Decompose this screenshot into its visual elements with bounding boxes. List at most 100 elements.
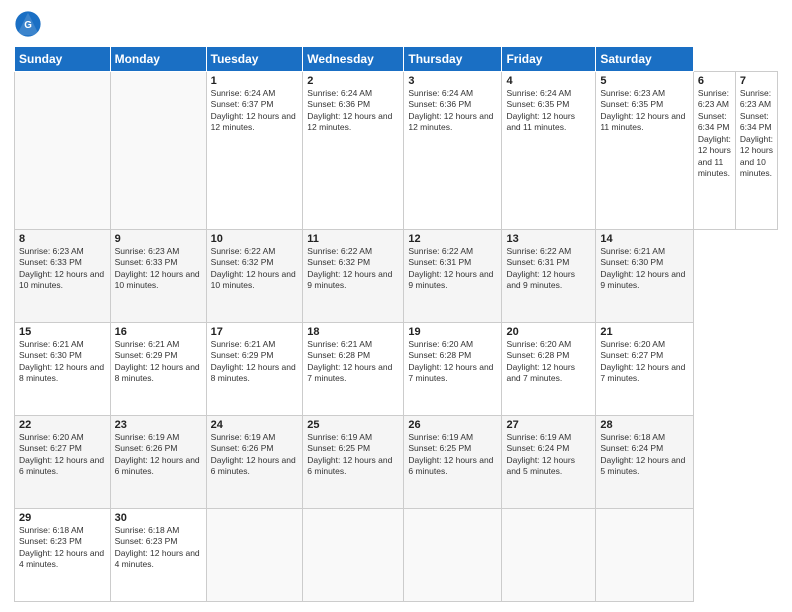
day-info: Sunrise: 6:24 AMSunset: 6:35 PMDaylight:…	[506, 88, 575, 132]
header: G	[14, 10, 778, 38]
day-info: Sunrise: 6:18 AMSunset: 6:23 PMDaylight:…	[19, 525, 104, 569]
calendar-day: 29Sunrise: 6:18 AMSunset: 6:23 PMDayligh…	[15, 508, 111, 601]
calendar-day: 21Sunrise: 6:20 AMSunset: 6:27 PMDayligh…	[596, 322, 693, 415]
day-number: 19	[408, 326, 497, 338]
calendar-header: SundayMondayTuesdayWednesdayThursdayFrid…	[15, 47, 778, 72]
day-info: Sunrise: 6:22 AMSunset: 6:32 PMDaylight:…	[307, 246, 392, 290]
page: G SundayMondayTuesdayWednesdayThursdayFr…	[0, 0, 792, 612]
calendar-day: 28Sunrise: 6:18 AMSunset: 6:24 PMDayligh…	[596, 415, 693, 508]
calendar-day: 7Sunrise: 6:23 AMSunset: 6:34 PMDaylight…	[735, 72, 777, 230]
calendar-day: 15Sunrise: 6:21 AMSunset: 6:30 PMDayligh…	[15, 322, 111, 415]
empty-cell	[502, 508, 596, 601]
calendar-day: 27Sunrise: 6:19 AMSunset: 6:24 PMDayligh…	[502, 415, 596, 508]
calendar-day: 11Sunrise: 6:22 AMSunset: 6:32 PMDayligh…	[303, 229, 404, 322]
calendar-body: 1Sunrise: 6:24 AMSunset: 6:37 PMDaylight…	[15, 72, 778, 602]
empty-cell	[206, 508, 303, 601]
calendar: SundayMondayTuesdayWednesdayThursdayFrid…	[14, 46, 778, 602]
day-number: 21	[600, 326, 688, 338]
weekday-header: Wednesday	[303, 47, 404, 72]
day-number: 9	[115, 233, 202, 245]
day-info: Sunrise: 6:21 AMSunset: 6:29 PMDaylight:…	[211, 339, 296, 383]
day-info: Sunrise: 6:20 AMSunset: 6:28 PMDaylight:…	[408, 339, 493, 383]
day-number: 17	[211, 326, 299, 338]
day-info: Sunrise: 6:24 AMSunset: 6:36 PMDaylight:…	[408, 88, 493, 132]
day-info: Sunrise: 6:21 AMSunset: 6:30 PMDaylight:…	[19, 339, 104, 383]
calendar-day: 19Sunrise: 6:20 AMSunset: 6:28 PMDayligh…	[404, 322, 502, 415]
calendar-day: 3Sunrise: 6:24 AMSunset: 6:36 PMDaylight…	[404, 72, 502, 230]
day-info: Sunrise: 6:19 AMSunset: 6:24 PMDaylight:…	[506, 432, 575, 476]
day-number: 8	[19, 233, 106, 245]
logo-icon: G	[14, 10, 42, 38]
day-number: 3	[408, 75, 497, 87]
calendar-day: 25Sunrise: 6:19 AMSunset: 6:25 PMDayligh…	[303, 415, 404, 508]
calendar-table: SundayMondayTuesdayWednesdayThursdayFrid…	[14, 46, 778, 602]
logo: G	[14, 10, 48, 38]
day-number: 25	[307, 419, 399, 431]
calendar-day: 14Sunrise: 6:21 AMSunset: 6:30 PMDayligh…	[596, 229, 693, 322]
day-number: 30	[115, 512, 202, 524]
calendar-day: 16Sunrise: 6:21 AMSunset: 6:29 PMDayligh…	[110, 322, 206, 415]
calendar-day: 12Sunrise: 6:22 AMSunset: 6:31 PMDayligh…	[404, 229, 502, 322]
day-number: 26	[408, 419, 497, 431]
weekday-header: Friday	[502, 47, 596, 72]
day-info: Sunrise: 6:23 AMSunset: 6:33 PMDaylight:…	[19, 246, 104, 290]
day-info: Sunrise: 6:19 AMSunset: 6:25 PMDaylight:…	[408, 432, 493, 476]
calendar-day: 8Sunrise: 6:23 AMSunset: 6:33 PMDaylight…	[15, 229, 111, 322]
day-number: 2	[307, 75, 399, 87]
calendar-day: 30Sunrise: 6:18 AMSunset: 6:23 PMDayligh…	[110, 508, 206, 601]
calendar-week: 29Sunrise: 6:18 AMSunset: 6:23 PMDayligh…	[15, 508, 778, 601]
calendar-day: 24Sunrise: 6:19 AMSunset: 6:26 PMDayligh…	[206, 415, 303, 508]
day-number: 10	[211, 233, 299, 245]
day-number: 29	[19, 512, 106, 524]
calendar-day: 13Sunrise: 6:22 AMSunset: 6:31 PMDayligh…	[502, 229, 596, 322]
calendar-day: 10Sunrise: 6:22 AMSunset: 6:32 PMDayligh…	[206, 229, 303, 322]
calendar-day: 18Sunrise: 6:21 AMSunset: 6:28 PMDayligh…	[303, 322, 404, 415]
day-info: Sunrise: 6:19 AMSunset: 6:26 PMDaylight:…	[211, 432, 296, 476]
weekday-header: Thursday	[404, 47, 502, 72]
day-number: 28	[600, 419, 688, 431]
day-number: 22	[19, 419, 106, 431]
calendar-day: 9Sunrise: 6:23 AMSunset: 6:33 PMDaylight…	[110, 229, 206, 322]
empty-cell	[15, 72, 111, 230]
weekday-header: Monday	[110, 47, 206, 72]
calendar-day: 2Sunrise: 6:24 AMSunset: 6:36 PMDaylight…	[303, 72, 404, 230]
day-info: Sunrise: 6:22 AMSunset: 6:31 PMDaylight:…	[408, 246, 493, 290]
day-info: Sunrise: 6:18 AMSunset: 6:24 PMDaylight:…	[600, 432, 685, 476]
day-number: 13	[506, 233, 591, 245]
calendar-day: 23Sunrise: 6:19 AMSunset: 6:26 PMDayligh…	[110, 415, 206, 508]
day-info: Sunrise: 6:20 AMSunset: 6:27 PMDaylight:…	[600, 339, 685, 383]
day-info: Sunrise: 6:23 AMSunset: 6:34 PMDaylight:…	[698, 88, 731, 178]
day-number: 11	[307, 233, 399, 245]
day-info: Sunrise: 6:19 AMSunset: 6:25 PMDaylight:…	[307, 432, 392, 476]
empty-cell	[110, 72, 206, 230]
day-info: Sunrise: 6:21 AMSunset: 6:30 PMDaylight:…	[600, 246, 685, 290]
empty-cell	[303, 508, 404, 601]
day-number: 7	[740, 75, 773, 87]
calendar-week: 1Sunrise: 6:24 AMSunset: 6:37 PMDaylight…	[15, 72, 778, 230]
svg-text:G: G	[24, 20, 32, 31]
day-info: Sunrise: 6:23 AMSunset: 6:33 PMDaylight:…	[115, 246, 200, 290]
day-number: 12	[408, 233, 497, 245]
day-info: Sunrise: 6:24 AMSunset: 6:36 PMDaylight:…	[307, 88, 392, 132]
day-number: 5	[600, 75, 688, 87]
day-number: 24	[211, 419, 299, 431]
weekday-header: Tuesday	[206, 47, 303, 72]
day-number: 6	[698, 75, 731, 87]
day-info: Sunrise: 6:20 AMSunset: 6:28 PMDaylight:…	[506, 339, 575, 383]
empty-cell	[596, 508, 693, 601]
day-info: Sunrise: 6:19 AMSunset: 6:26 PMDaylight:…	[115, 432, 200, 476]
calendar-day: 5Sunrise: 6:23 AMSunset: 6:35 PMDaylight…	[596, 72, 693, 230]
day-number: 1	[211, 75, 299, 87]
day-number: 16	[115, 326, 202, 338]
weekday-header: Sunday	[15, 47, 111, 72]
day-info: Sunrise: 6:21 AMSunset: 6:29 PMDaylight:…	[115, 339, 200, 383]
calendar-day: 4Sunrise: 6:24 AMSunset: 6:35 PMDaylight…	[502, 72, 596, 230]
calendar-day: 6Sunrise: 6:23 AMSunset: 6:34 PMDaylight…	[693, 72, 735, 230]
day-info: Sunrise: 6:21 AMSunset: 6:28 PMDaylight:…	[307, 339, 392, 383]
calendar-day: 22Sunrise: 6:20 AMSunset: 6:27 PMDayligh…	[15, 415, 111, 508]
day-info: Sunrise: 6:24 AMSunset: 6:37 PMDaylight:…	[211, 88, 296, 132]
day-number: 18	[307, 326, 399, 338]
day-info: Sunrise: 6:22 AMSunset: 6:31 PMDaylight:…	[506, 246, 575, 290]
calendar-day: 17Sunrise: 6:21 AMSunset: 6:29 PMDayligh…	[206, 322, 303, 415]
calendar-day: 26Sunrise: 6:19 AMSunset: 6:25 PMDayligh…	[404, 415, 502, 508]
